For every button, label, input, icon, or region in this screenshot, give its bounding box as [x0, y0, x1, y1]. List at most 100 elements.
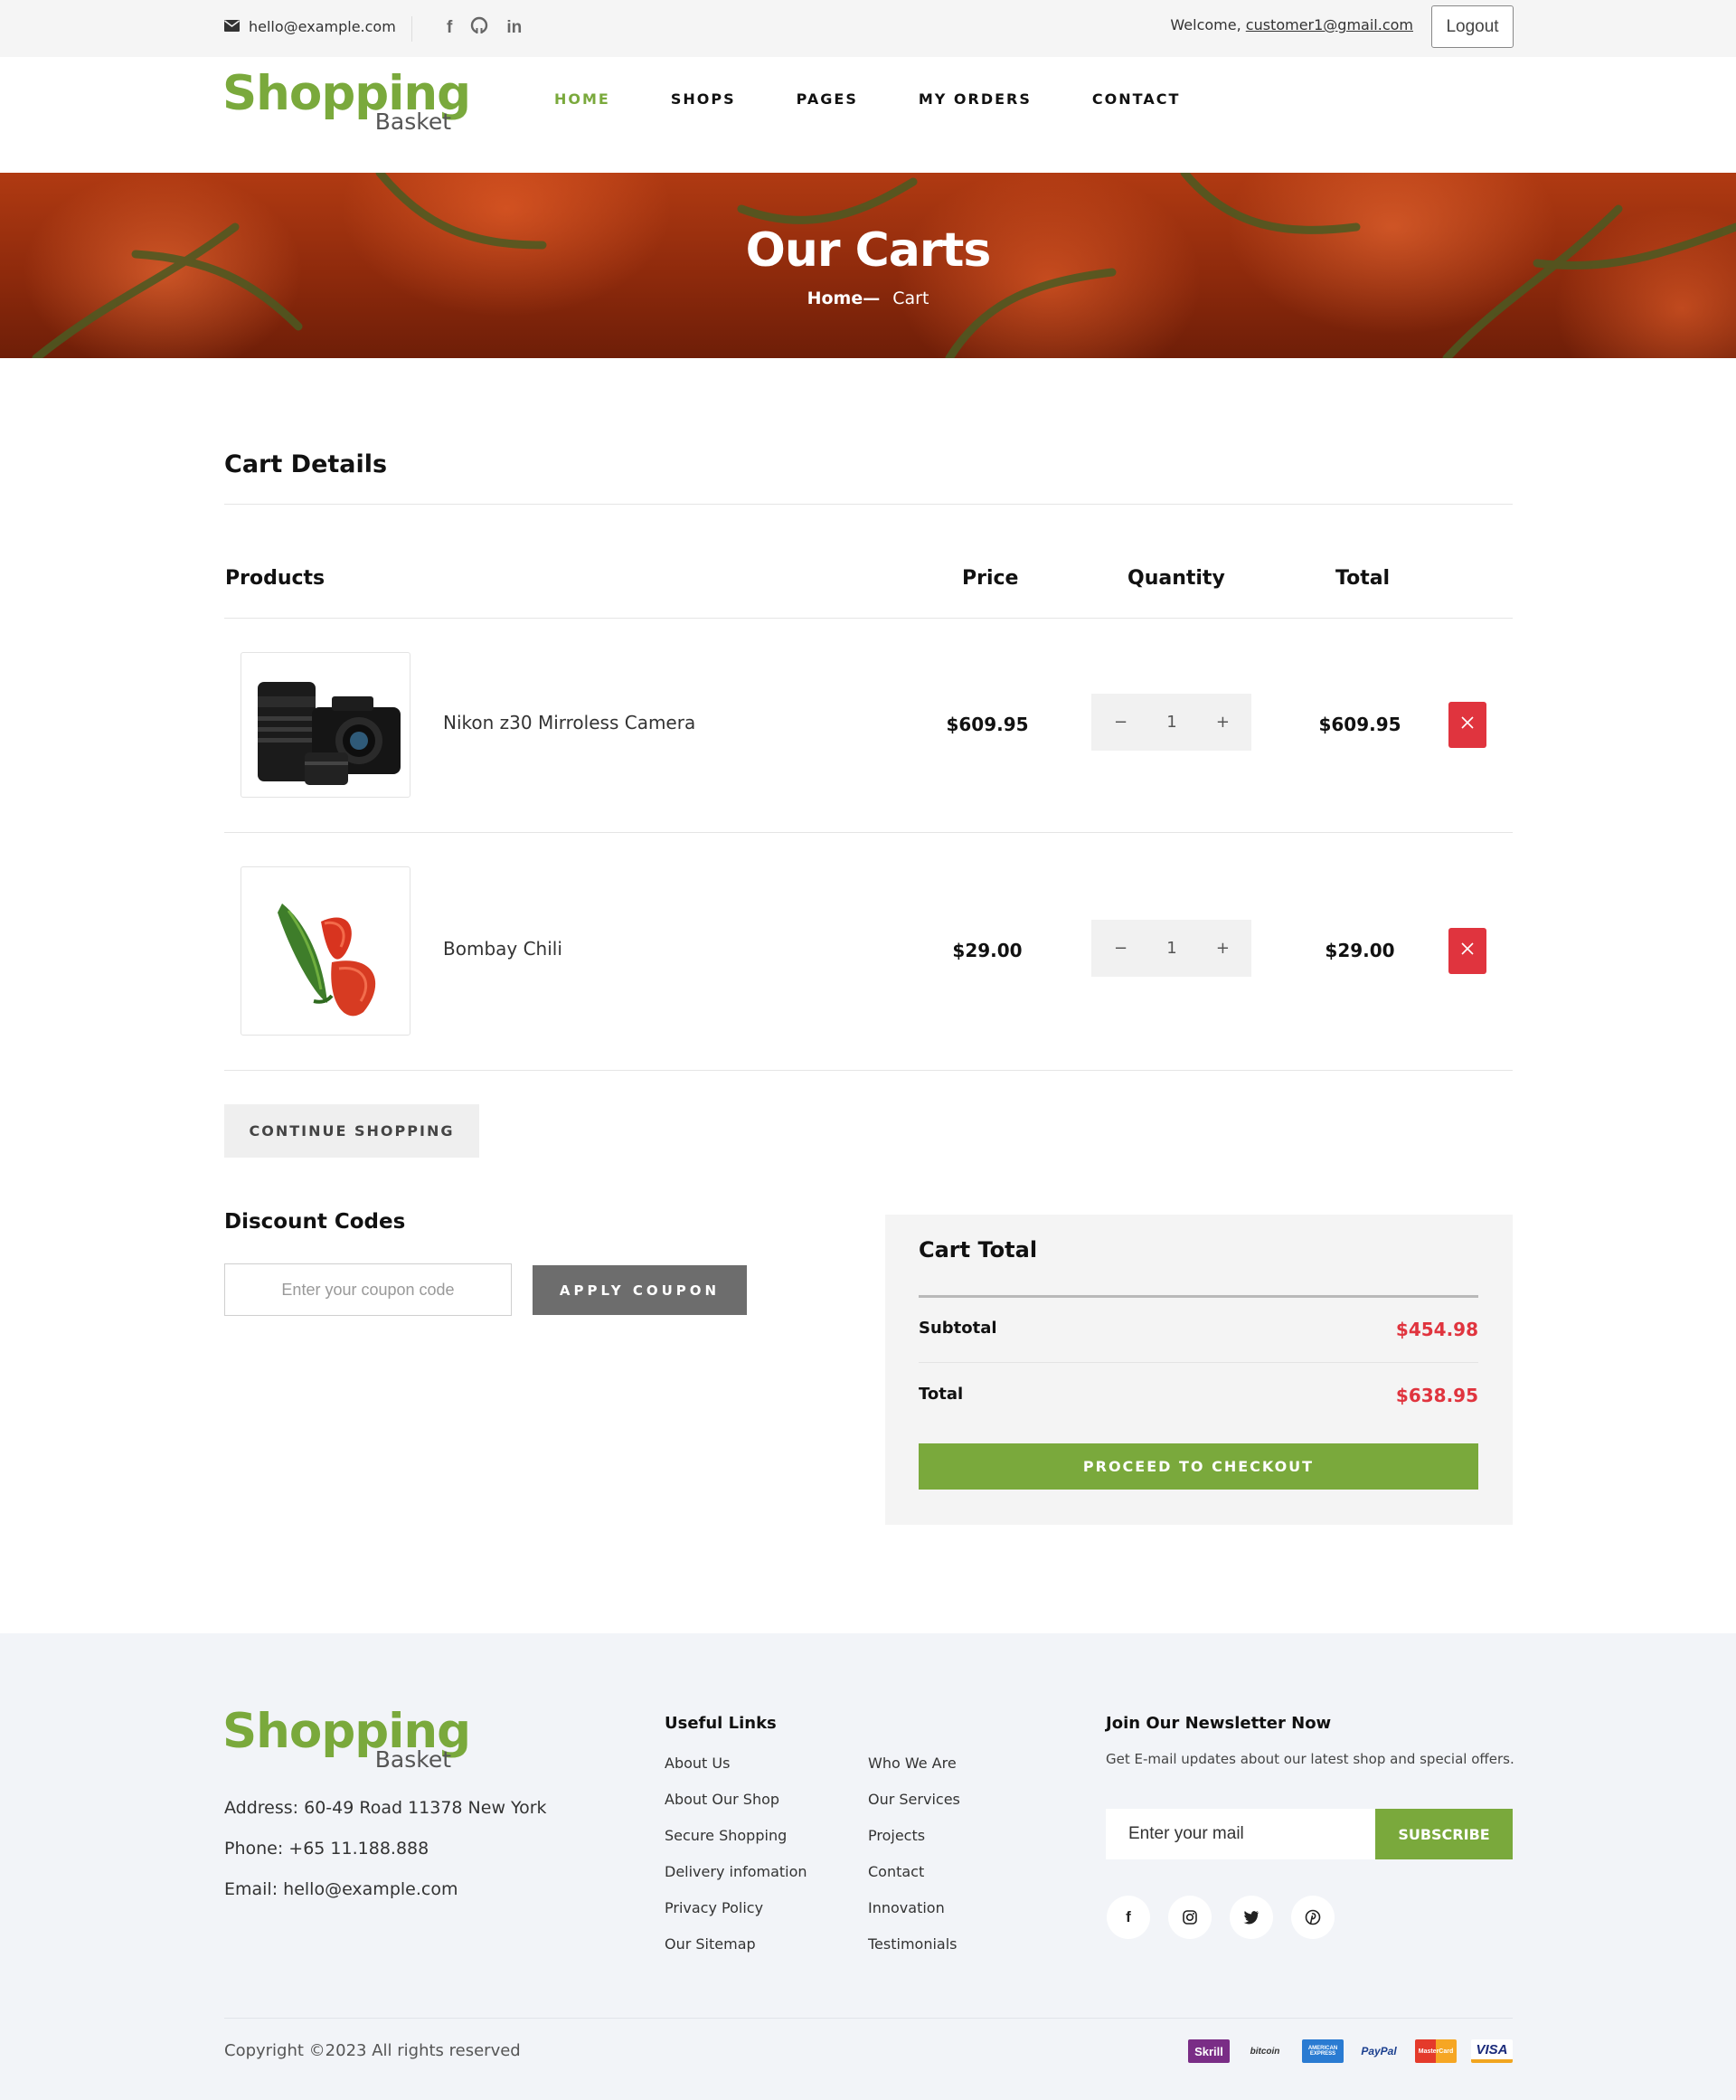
header-products: Products [225, 567, 326, 590]
header-quantity: Quantity [1127, 567, 1225, 590]
mastercard-payment-icon: MasterCard [1415, 2039, 1457, 2063]
footer-link-secure-shopping[interactable]: Secure Shopping [665, 1827, 787, 1844]
footer-phone: Phone: +65 11.188.888 [224, 1839, 429, 1859]
top-bar: hello@example.com f in Welcome, customer… [0, 0, 1736, 57]
welcome-text: Welcome, customer1@gmail.com [1170, 16, 1413, 33]
divider [224, 618, 1513, 619]
newsletter-email-input[interactable]: Enter your mail [1106, 1809, 1375, 1859]
continue-shopping-button[interactable]: CONTINUE SHOPPING [224, 1104, 479, 1158]
apply-coupon-button[interactable]: APPLY COUPON [533, 1265, 747, 1315]
footer-link-testimonials[interactable]: Testimonials [868, 1935, 958, 1953]
footer-link-contact[interactable]: Contact [868, 1863, 924, 1880]
breadcrumb-current: Cart [892, 289, 929, 308]
page-banner: Our Carts Home— Cart [0, 173, 1736, 358]
quantity-minus-button[interactable]: − [1114, 939, 1127, 958]
quantity-minus-button[interactable]: − [1114, 713, 1127, 732]
envelope-icon [224, 18, 240, 35]
close-icon [1459, 714, 1476, 736]
bitcoin-payment-icon: bitcoin [1250, 2046, 1280, 2057]
cart-total-panel: Cart Total Subtotal $454.98 Total $638.9… [885, 1215, 1513, 1525]
footer-link-sitemap[interactable]: Our Sitemap [665, 1935, 756, 1953]
subscribe-button[interactable]: SUBSCRIBE [1375, 1809, 1513, 1859]
close-icon [1459, 940, 1476, 962]
divider [919, 1362, 1478, 1363]
product-price: $29.00 [952, 940, 1023, 961]
footer-email: Email: hello@example.com [224, 1879, 458, 1899]
footer-link-innovation[interactable]: Innovation [868, 1899, 945, 1916]
cart-total-title: Cart Total [919, 1237, 1038, 1263]
product-name[interactable]: Nikon z30 Mirroless Camera [443, 712, 695, 733]
quantity-stepper: − 1 + [1091, 694, 1251, 751]
footer-link-about-us[interactable]: About Us [665, 1755, 730, 1772]
divider [224, 2018, 1513, 2019]
divider [224, 832, 1513, 833]
header-price: Price [962, 567, 1019, 590]
quantity-plus-button[interactable]: + [1216, 713, 1230, 732]
nav-my-orders[interactable]: MY ORDERS [919, 90, 1032, 108]
contact-email[interactable]: hello@example.com [224, 18, 396, 35]
product-line-total: $609.95 [1318, 714, 1401, 735]
main-nav: HOME SHOPS PAGES MY ORDERS CONTACT [554, 90, 1241, 108]
user-email-link[interactable]: customer1@gmail.com [1246, 16, 1413, 33]
footer-link-projects[interactable]: Projects [868, 1827, 925, 1844]
breadcrumb-home[interactable]: Home— [807, 289, 881, 308]
nav-contact[interactable]: CONTACT [1092, 90, 1180, 108]
discount-codes-title: Discount Codes [224, 1210, 406, 1234]
header-total: Total [1335, 567, 1391, 590]
footer-link-about-shop[interactable]: About Our Shop [665, 1791, 779, 1808]
page-title: Our Carts [745, 223, 992, 278]
logo[interactable]: Shopping Basket [222, 70, 471, 135]
instagram-icon[interactable] [1168, 1896, 1212, 1939]
top-social-links: f in [447, 16, 522, 39]
newsletter-text: Get E-mail updates about our latest shop… [1106, 1751, 1514, 1767]
quantity-value[interactable]: 1 [1166, 713, 1176, 732]
nav-pages[interactable]: PAGES [797, 90, 858, 108]
divider [224, 1070, 1513, 1071]
footer-logo[interactable]: Shopping Basket [222, 1707, 471, 1773]
contact-email-text: hello@example.com [249, 18, 396, 35]
paypal-payment-icon: PayPal [1361, 2045, 1397, 2057]
copyright: Copyright ©2023 All rights reserved [224, 2041, 521, 2060]
footer-address: Address: 60-49 Road 11378 New York [224, 1798, 547, 1818]
product-image-chili[interactable] [241, 866, 410, 1036]
amex-payment-icon: AMERICAN EXPRESS [1302, 2039, 1344, 2063]
divider [919, 1295, 1478, 1298]
skrill-payment-icon: Skrill [1188, 2039, 1230, 2063]
breadcrumb: Home— Cart [0, 289, 1736, 308]
proceed-to-checkout-button[interactable]: PROCEED TO CHECKOUT [919, 1443, 1478, 1490]
newsletter-title: Join Our Newsletter Now [1106, 1714, 1332, 1733]
quantity-stepper: − 1 + [1091, 920, 1251, 977]
product-name[interactable]: Bombay Chili [443, 938, 562, 960]
logout-button[interactable]: Logout [1431, 5, 1514, 48]
cart-details-title: Cart Details [224, 450, 388, 478]
quantity-plus-button[interactable]: + [1216, 939, 1230, 958]
remove-item-button[interactable] [1448, 928, 1486, 974]
quantity-value[interactable]: 1 [1166, 939, 1176, 958]
footer-link-delivery[interactable]: Delivery infomation [665, 1863, 807, 1880]
github-icon[interactable] [470, 16, 488, 39]
product-image-camera[interactable] [241, 652, 410, 798]
twitter-icon[interactable] [1230, 1896, 1273, 1939]
remove-item-button[interactable] [1448, 702, 1486, 748]
footer-link-who-we-are[interactable]: Who We Are [868, 1755, 957, 1772]
subtotal-value: $454.98 [1395, 1319, 1478, 1340]
visa-payment-icon: VISA [1471, 2039, 1513, 2063]
facebook-icon[interactable]: f [447, 18, 452, 38]
product-line-total: $29.00 [1325, 940, 1395, 961]
nav-shops[interactable]: SHOPS [671, 90, 736, 108]
pinterest-icon[interactable] [1291, 1896, 1335, 1939]
nav-home[interactable]: HOME [554, 90, 610, 108]
site-header: Shopping Basket HOME SHOPS PAGES MY ORDE… [0, 57, 1736, 173]
logo-line2: Basket [374, 1746, 451, 1773]
total-label: Total [919, 1385, 964, 1404]
divider [411, 16, 412, 42]
subtotal-label: Subtotal [919, 1319, 997, 1338]
footer-link-privacy[interactable]: Privacy Policy [665, 1899, 763, 1916]
coupon-code-input[interactable]: Enter your coupon code [224, 1263, 512, 1316]
facebook-icon[interactable]: f [1107, 1896, 1150, 1939]
linkedin-icon[interactable]: in [506, 18, 522, 38]
logo-line2: Basket [374, 109, 451, 135]
useful-links-title: Useful Links [665, 1714, 777, 1733]
product-price: $609.95 [946, 714, 1029, 735]
footer-link-services[interactable]: Our Services [868, 1791, 960, 1808]
